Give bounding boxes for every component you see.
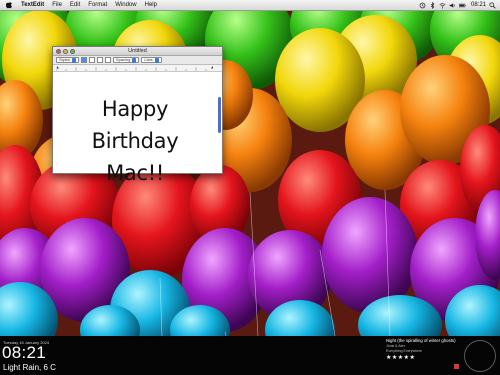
- menu-window[interactable]: Window: [111, 0, 140, 11]
- popup-arrow-icon: [154, 57, 159, 63]
- track-album: Everything Everywhere: [386, 349, 422, 353]
- album-art-ring: [464, 340, 496, 372]
- spacing-label: Spacing: [115, 57, 131, 62]
- popup-arrow-icon: [132, 57, 137, 63]
- spotlight-search-icon[interactable]: [489, 1, 496, 9]
- ruler-ticks: [56, 66, 213, 71]
- menu-format[interactable]: Format: [84, 0, 111, 11]
- window-title: Untitled: [128, 48, 147, 54]
- clock-time: 08:21: [2, 343, 47, 362]
- volume-icon[interactable]: [449, 2, 456, 9]
- pause-icon[interactable]: [454, 364, 459, 369]
- document-line-2: Mac!!: [106, 161, 164, 185]
- menu-extras: 08:21: [419, 1, 500, 9]
- track-artist: Jónsi & Alex: [386, 344, 406, 348]
- lists-popup[interactable]: Lists: [141, 57, 162, 63]
- align-justify-button[interactable]: [104, 57, 111, 63]
- lists-label: Lists: [144, 57, 153, 62]
- track-rating[interactable]: ★★★★★: [386, 354, 460, 361]
- weather-text: Light Rain, 6 C: [3, 363, 56, 372]
- popup-arrow-icon: [71, 57, 76, 63]
- align-left-button[interactable]: [80, 57, 87, 63]
- textedit-window[interactable]: Untitled Styles Spacing Lists Happy Birt…: [52, 46, 223, 185]
- align-center-button[interactable]: [88, 57, 95, 63]
- spacing-popup[interactable]: Spacing: [112, 57, 140, 63]
- menu-help[interactable]: Help: [141, 0, 161, 11]
- now-playing-widget: Night (the spiralling of winter ghosts) …: [386, 338, 460, 361]
- format-toolbar: Styles Spacing Lists: [53, 56, 222, 65]
- apple-menu-icon[interactable]: [6, 1, 12, 9]
- bluetooth-icon[interactable]: [429, 1, 436, 9]
- wifi-icon[interactable]: [439, 2, 446, 9]
- styles-label: Styles: [59, 57, 70, 62]
- menu-bar: TextEdit File Edit Format Window Help 08…: [0, 0, 500, 11]
- ruler[interactable]: [53, 65, 222, 72]
- window-titlebar[interactable]: Untitled: [53, 47, 222, 56]
- align-right-button[interactable]: [96, 57, 103, 63]
- document-editor[interactable]: Happy Birthday Mac!!: [53, 73, 217, 185]
- menu-clock[interactable]: 08:21: [469, 2, 486, 8]
- track-title: Night (the spiralling of winter ghosts): [386, 338, 456, 343]
- battery-icon[interactable]: [459, 2, 466, 9]
- menu-app-name[interactable]: TextEdit: [17, 0, 48, 11]
- vertical-scrollbar[interactable]: [218, 97, 221, 133]
- styles-popup[interactable]: Styles: [56, 57, 79, 63]
- time-machine-icon[interactable]: [419, 2, 426, 9]
- menu-edit[interactable]: Edit: [66, 0, 84, 11]
- document-line-1: Happy Birthday: [91, 97, 179, 153]
- menu-file[interactable]: File: [48, 0, 66, 11]
